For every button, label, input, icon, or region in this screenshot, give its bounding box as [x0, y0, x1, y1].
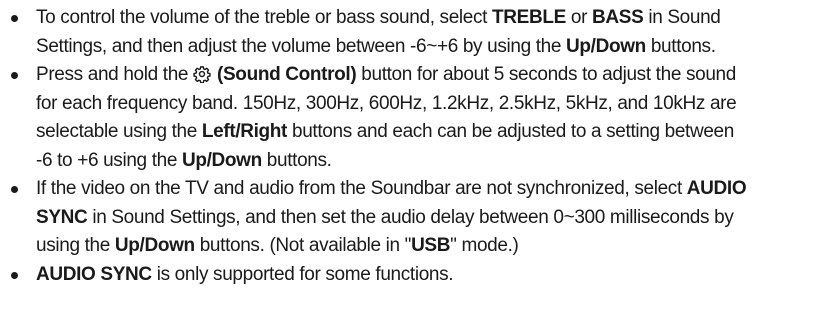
text-run: button for about 5 seconds to adjust the…	[356, 64, 736, 85]
text-run: buttons.	[261, 149, 332, 171]
text-run: " mode.)	[450, 235, 519, 256]
text-line: Settings, and then adjust the volume bet…	[36, 33, 832, 62]
text-line: -6 to +6 using the Up/Down buttons.	[36, 147, 832, 176]
text-line: AUDIO SYNC is only supported for some fu…	[36, 261, 832, 290]
bullet-dot	[11, 186, 18, 193]
text-line: Press and hold the (Sound Control) butto…	[36, 61, 832, 90]
text-run: or	[565, 7, 592, 28]
text-line: If the video on the TV and audio from th…	[36, 175, 832, 204]
text-run: Settings, and then adjust the volume bet…	[36, 35, 567, 57]
manual-excerpt: To control the volume of the treble or b…	[0, 0, 832, 319]
text-run: for each frequency band. 150Hz, 300Hz, 6…	[36, 92, 737, 114]
text-run: using the	[36, 235, 115, 256]
text-run: is only supported for some functions.	[151, 263, 454, 285]
text-run: buttons.	[645, 35, 716, 57]
text-run: in Sound	[643, 7, 721, 28]
text-run: in Sound Settings, and then set the audi…	[87, 206, 734, 228]
bold-term: AUDIO SYNC	[36, 263, 152, 285]
text-run: If the video on the TV and audio from th…	[36, 178, 687, 199]
text-run: buttons. (Not available in "	[194, 235, 412, 256]
bold-term: Left/Right	[201, 121, 288, 142]
bold-term: USB	[411, 235, 451, 256]
bold-term: Up/Down	[114, 235, 195, 256]
bullet-dot	[11, 271, 18, 279]
text-run: Press and hold the	[36, 64, 194, 85]
list-item: If the video on the TV and audio from th…	[0, 175, 832, 261]
text-run: buttons and each can be adjusted to a se…	[287, 121, 734, 142]
sound-control-gear-icon	[193, 66, 211, 83]
list-item: AUDIO SYNC is only supported for some fu…	[0, 261, 832, 290]
list-item: To control the volume of the treble or b…	[0, 4, 832, 61]
text-line: SYNC in Sound Settings, and then set the…	[36, 204, 832, 233]
text-line: To control the volume of the treble or b…	[36, 4, 832, 33]
text-run: -6 to +6 using the	[36, 149, 182, 171]
text-line: for each frequency band. 150Hz, 300Hz, 6…	[36, 90, 832, 119]
bold-term: Up/Down	[181, 149, 262, 171]
text-run: To control the volume of the treble or b…	[36, 7, 493, 28]
bold-term: SYNC	[36, 206, 88, 228]
list-item: Press and hold the (Sound Control) butto…	[0, 61, 832, 175]
bold-term: TREBLE	[492, 7, 566, 28]
bold-term: AUDIO	[686, 178, 747, 199]
bullet-dot	[11, 72, 18, 79]
bold-term: (Sound Control)	[212, 64, 357, 85]
text-line: selectable using the Left/Right buttons …	[36, 118, 832, 147]
text-run: selectable using the	[36, 121, 202, 142]
bullet-list: To control the volume of the treble or b…	[0, 4, 832, 289]
text-line: using the Up/Down buttons. (Not availabl…	[36, 232, 832, 261]
bold-term: BASS	[592, 7, 644, 28]
bullet-dot	[11, 15, 18, 22]
bold-term: Up/Down	[566, 35, 646, 57]
